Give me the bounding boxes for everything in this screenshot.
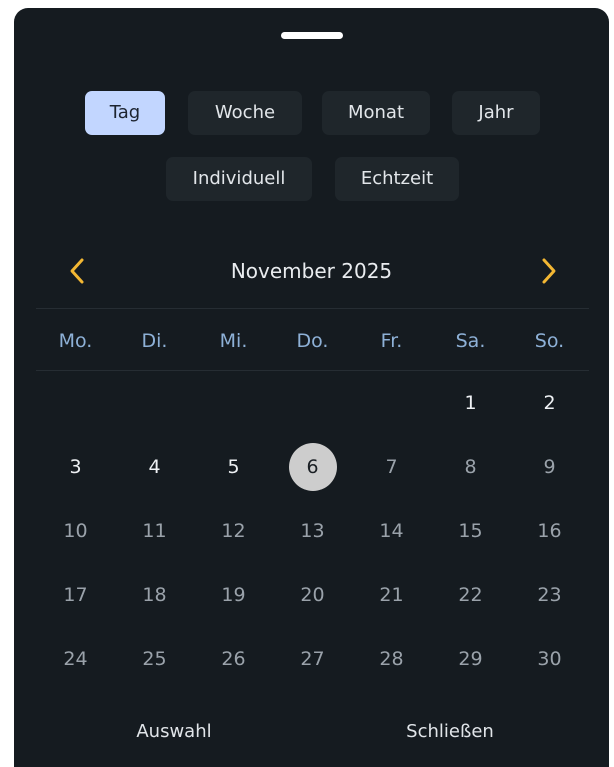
- calendar-day[interactable]: 10: [36, 499, 115, 563]
- calendar-day-number: 4: [148, 456, 161, 478]
- calendar-day[interactable]: 18: [115, 563, 194, 627]
- calendar-day[interactable]: 5: [194, 435, 273, 499]
- calendar-day[interactable]: 20: [273, 563, 352, 627]
- chip-week[interactable]: Woche: [188, 91, 302, 135]
- calendar-day[interactable]: 13: [273, 499, 352, 563]
- calendar-day[interactable]: 4: [115, 435, 194, 499]
- divider-top: [36, 308, 589, 309]
- calendar-day-empty: [352, 371, 431, 435]
- calendar-day-number: 28: [379, 648, 404, 670]
- calendar-day[interactable]: 27: [273, 627, 352, 691]
- calendar-day-empty: [273, 371, 352, 435]
- month-title: November 2025: [230, 259, 393, 283]
- calendar-day-number: 23: [537, 584, 562, 606]
- select-button[interactable]: Auswahl: [74, 718, 274, 746]
- chip-day[interactable]: Tag: [85, 91, 165, 135]
- date-picker-sheet: Tag Woche Monat Jahr Individuell Echtzei…: [14, 8, 609, 767]
- calendar-day[interactable]: 12: [194, 499, 273, 563]
- calendar-day-number: 22: [458, 584, 483, 606]
- weekday-label: Do.: [296, 330, 329, 352]
- calendar-day-number: 16: [537, 520, 562, 542]
- chip-month[interactable]: Monat: [322, 91, 430, 135]
- calendar-day-number: 11: [142, 520, 167, 542]
- calendar-day[interactable]: 16: [510, 499, 589, 563]
- calendar-day[interactable]: 28: [352, 627, 431, 691]
- calendar-grid: 1 2 3 4 5 6 7 8 9 10 11 12 13 14 15 16 17 18 19 20 21 22 23 24 2…: [36, 371, 589, 691]
- calendar-day-number: 30: [537, 648, 562, 670]
- calendar-day[interactable]: 25: [115, 627, 194, 691]
- calendar-day-empty: [36, 371, 115, 435]
- chip-realtime[interactable]: Echtzeit: [335, 157, 459, 201]
- weekday-label: Mi.: [219, 330, 248, 352]
- calendar-day[interactable]: 15: [431, 499, 510, 563]
- calendar-day-number: 27: [300, 648, 325, 670]
- weekday-label: Fr.: [380, 330, 403, 352]
- calendar-day-number: 9: [543, 456, 556, 478]
- calendar-day[interactable]: 1: [431, 371, 510, 435]
- calendar-day-number: 24: [63, 648, 88, 670]
- calendar-week-row: 12: [36, 371, 589, 435]
- calendar-day-number: 14: [379, 520, 404, 542]
- calendar-week-row: 17 18 19 20 21 22 23: [36, 563, 589, 627]
- calendar-day[interactable]: 26: [194, 627, 273, 691]
- calendar-day-number: 7: [385, 456, 398, 478]
- chevron-right-icon: [542, 258, 556, 284]
- calendar-day[interactable]: 21: [352, 563, 431, 627]
- calendar-day-number: 17: [63, 584, 88, 606]
- weekday-label: Sa.: [455, 330, 486, 352]
- calendar-day-number: 8: [464, 456, 477, 478]
- calendar-day[interactable]: 3: [36, 435, 115, 499]
- calendar-day-number: 3: [69, 456, 82, 478]
- calendar-day-number: 29: [458, 648, 483, 670]
- calendar-day[interactable]: 29: [431, 627, 510, 691]
- calendar-day[interactable]: 14: [352, 499, 431, 563]
- calendar-day[interactable]: 30: [510, 627, 589, 691]
- calendar-day[interactable]: 17: [36, 563, 115, 627]
- calendar-day-empty: [194, 371, 273, 435]
- calendar-day-number: 21: [379, 584, 404, 606]
- calendar-day-number: 26: [221, 648, 246, 670]
- calendar-day[interactable]: 2: [510, 371, 589, 435]
- weekday-header: Mo. Di. Mi. Do. Fr. Sa. So.: [36, 326, 589, 356]
- calendar-day-number: 10: [63, 520, 88, 542]
- calendar-day[interactable]: 6: [273, 435, 352, 499]
- chip-custom[interactable]: Individuell: [166, 157, 312, 201]
- calendar-day[interactable]: 7: [352, 435, 431, 499]
- calendar-day-number: 13: [300, 520, 325, 542]
- calendar-day[interactable]: 22: [431, 563, 510, 627]
- calendar-day-number: 15: [458, 520, 483, 542]
- calendar-day-number: 18: [142, 584, 167, 606]
- calendar-day[interactable]: 24: [36, 627, 115, 691]
- calendar-day[interactable]: 9: [510, 435, 589, 499]
- calendar-day-number: 20: [300, 584, 325, 606]
- chip-year[interactable]: Jahr: [452, 91, 540, 135]
- calendar-day[interactable]: 23: [510, 563, 589, 627]
- weekday-label: Di.: [141, 330, 168, 352]
- drag-handle[interactable]: [281, 32, 343, 39]
- calendar-day-number: 6: [288, 443, 337, 491]
- calendar-day-empty: [115, 371, 194, 435]
- calendar-day-number: 19: [221, 584, 246, 606]
- weekday-label: Mo.: [58, 330, 93, 352]
- calendar-day-number: 5: [227, 456, 240, 478]
- calendar-day[interactable]: 11: [115, 499, 194, 563]
- weekday-label: So.: [534, 330, 565, 352]
- calendar-week-row: 24 25 26 27 28 29 30: [36, 627, 589, 691]
- calendar-day-number: 1: [464, 392, 477, 414]
- calendar-day-number: 12: [221, 520, 246, 542]
- calendar-day[interactable]: 8: [431, 435, 510, 499]
- calendar-day-number: 2: [543, 392, 556, 414]
- close-button[interactable]: Schließen: [350, 718, 550, 746]
- calendar-week-row: 3 4 5 6 7 8 9: [36, 435, 589, 499]
- calendar-week-row: 10 11 12 13 14 15 16: [36, 499, 589, 563]
- next-month-button[interactable]: [533, 256, 563, 286]
- calendar-day-number: 25: [142, 648, 167, 670]
- calendar-day[interactable]: 19: [194, 563, 273, 627]
